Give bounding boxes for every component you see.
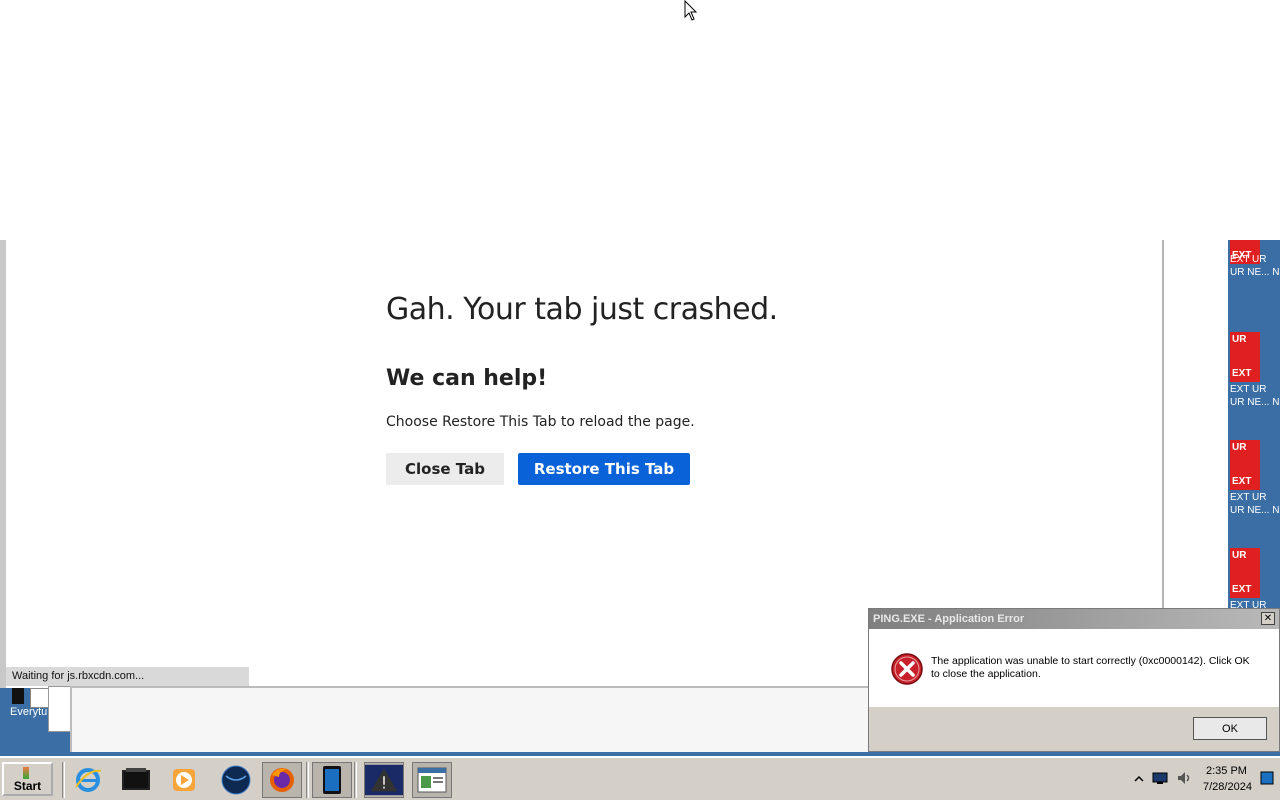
ie-icon[interactable] [68,762,108,798]
dialog-title[interactable]: PING.EXE - Application Error [869,609,1279,629]
start-button[interactable]: Start [2,762,53,796]
desktop-icon-label: Everytu [10,706,48,718]
media-player-icon[interactable] [164,762,204,798]
tablet-icon[interactable] [312,762,352,798]
status-bar: Waiting for js.rbxcdn.com... [6,667,249,686]
ok-button[interactable]: OK [1193,717,1267,740]
desktop-file-icon[interactable] [12,688,24,704]
background-window[interactable] [48,686,72,732]
shortcut-icon: UR EXT [1230,548,1260,598]
network-icon[interactable] [1152,771,1168,785]
notepad-icon[interactable] [412,762,452,798]
clock-date[interactable]: 7/28/2024 [1203,781,1252,793]
desktop-icon[interactable]: UR EXT EXT UR UR NE... N [1228,440,1280,548]
dialog-message: The application was unable to start corr… [931,655,1250,680]
background-panel[interactable] [70,686,870,752]
windows-logo-icon [23,766,29,779]
globe-icon[interactable] [216,762,256,798]
shortcut-icon: UR EXT [1230,440,1260,490]
error-icon [891,653,923,685]
shortcut-icon: UR EXT [1230,332,1260,382]
blank-top-area [0,0,1280,240]
desktop-icon[interactable]: UR EXT EXT UR UR NE... N [1228,332,1280,440]
chevron-up-icon[interactable] [1134,774,1144,784]
mouse-cursor-icon [684,0,698,21]
volume-icon[interactable] [1176,770,1192,786]
desktop-icon[interactable]: EXT EXT UR UR NE... N [1228,240,1280,322]
browser-sidebar-edge [1162,240,1228,608]
desktop-icon[interactable]: UR EXT EXT UR [1228,548,1280,608]
error-dialog: PING.EXE - Application Error ✕ The appli… [868,608,1280,752]
warning-app-icon[interactable] [364,762,404,798]
close-tab-button[interactable]: Close Tab [386,453,504,485]
show-desktop-icon[interactable] [1260,770,1274,786]
crash-subtitle: We can help! [386,366,548,391]
taskbar-separator [306,762,309,798]
crash-description: Choose Restore This Tab to reload the pa… [386,414,695,430]
firefox-icon[interactable] [262,762,302,798]
taskbar-separator [62,762,65,798]
crash-title: Gah. Your tab just crashed. [386,292,778,327]
dialog-body: The application was unable to start corr… [869,629,1279,707]
taskbar: Start [0,756,1280,800]
system-tray [1126,762,1276,796]
desktop-icons-strip: EXT EXT UR UR NE... N UR EXT EXT UR UR NE..… [1228,240,1280,608]
terminal-icon[interactable] [116,762,156,798]
restore-tab-button[interactable]: Restore This Tab [518,453,690,485]
close-icon[interactable]: ✕ [1261,612,1275,625]
clock-time[interactable]: 2:35 PM [1206,765,1247,777]
taskbar-separator [354,762,357,798]
